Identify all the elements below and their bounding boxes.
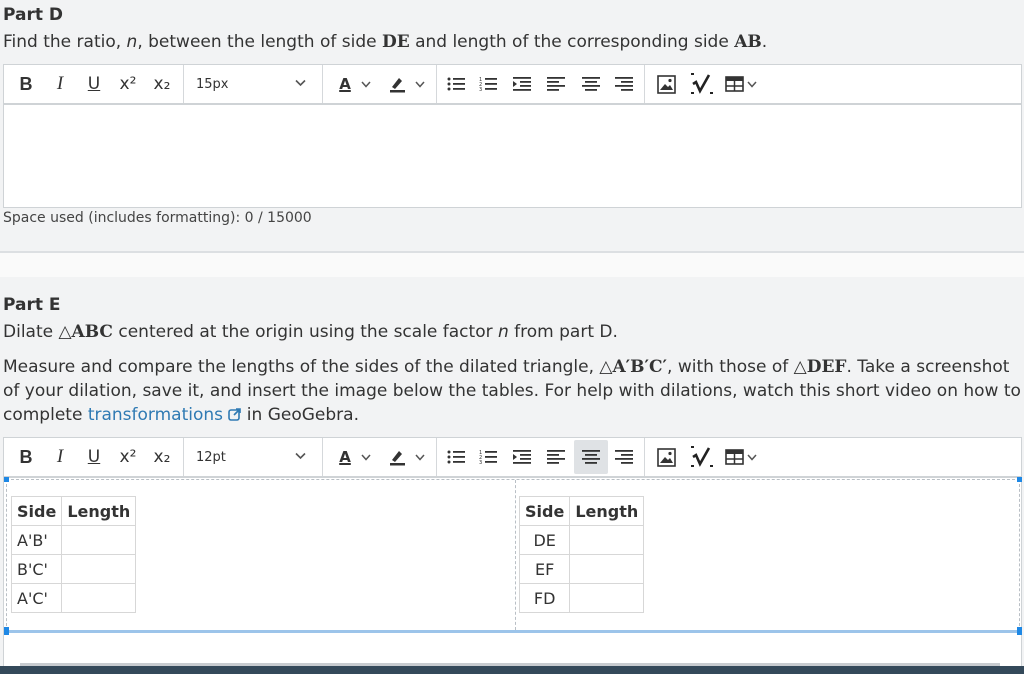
chevron-down-icon: [415, 81, 425, 88]
chevron-down-icon: [747, 454, 757, 461]
side-cell[interactable]: FD: [518, 583, 571, 613]
table-row: A'C': [10, 583, 137, 613]
length-cell[interactable]: [569, 525, 645, 555]
part-d-editor[interactable]: [3, 104, 1022, 208]
chevron-down-icon: [361, 81, 371, 88]
italic-button[interactable]: I: [46, 65, 74, 103]
indent-icon[interactable]: [508, 65, 536, 103]
bullet-list-icon[interactable]: [442, 438, 470, 476]
subscript-button[interactable]: x₂: [147, 438, 177, 476]
superscript-button[interactable]: x²: [114, 65, 142, 103]
font-color-button[interactable]: A: [332, 438, 378, 476]
image-icon[interactable]: [652, 65, 680, 103]
side-cell[interactable]: A'C': [10, 583, 63, 613]
part-e-toolbar: B I U x² x₂ 12pt A 123: [3, 437, 1022, 477]
part-e-title: Part E: [3, 295, 61, 315]
length-cell[interactable]: [61, 525, 137, 555]
underline-button[interactable]: U: [80, 438, 108, 476]
svg-text:3: 3: [479, 460, 482, 465]
part-e-editor[interactable]: Side Length A'B' B'C' A'C' Side Length DE …: [3, 477, 1022, 667]
side-length-table-def: Side Length DE EF FD: [518, 496, 645, 613]
resize-handle[interactable]: [1017, 477, 1022, 482]
highlighter-icon: [387, 447, 407, 467]
table-header: Side: [518, 496, 571, 526]
side-cell[interactable]: B'C': [10, 554, 63, 584]
font-color-label: A: [339, 448, 351, 466]
resize-handle[interactable]: [1017, 627, 1022, 635]
bold-button[interactable]: B: [12, 65, 40, 103]
math-icon[interactable]: [687, 65, 717, 103]
length-cell[interactable]: [569, 554, 645, 584]
svg-text:3: 3: [479, 87, 482, 92]
side-cell[interactable]: A'B': [10, 525, 63, 555]
layout-column-divider: [515, 480, 516, 630]
external-link-icon: [228, 408, 242, 421]
indent-icon[interactable]: [508, 438, 536, 476]
table-header: Length: [61, 496, 137, 526]
bottom-bar: [0, 666, 1024, 674]
chevron-down-icon: [361, 454, 371, 461]
align-center-icon[interactable]: [576, 65, 606, 103]
numbered-list-icon[interactable]: 123: [474, 65, 502, 103]
transformations-link[interactable]: transformations: [88, 405, 242, 425]
part-d-question: Find the ratio, n, between the length of…: [3, 32, 768, 52]
chevron-down-icon: [747, 81, 757, 88]
bullet-list-icon[interactable]: [442, 65, 470, 103]
length-cell[interactable]: [61, 554, 137, 584]
table-button[interactable]: [721, 438, 761, 476]
align-left-icon[interactable]: [542, 438, 570, 476]
side-length-table-dilated: Side Length A'B' B'C' A'C': [10, 496, 137, 613]
part-d-toolbar: B I U x² x₂ 15px A 123: [3, 64, 1022, 104]
align-left-icon[interactable]: [542, 65, 570, 103]
side-cell[interactable]: DE: [518, 525, 571, 555]
highlight-color-button[interactable]: [382, 65, 430, 103]
length-cell[interactable]: [569, 583, 645, 613]
table-row: B'C': [10, 554, 137, 584]
align-center-icon[interactable]: [574, 440, 608, 474]
resize-handle[interactable]: [4, 477, 9, 482]
chevron-down-icon: [415, 454, 425, 461]
length-cell[interactable]: [61, 583, 137, 613]
highlight-color-button[interactable]: [382, 438, 430, 476]
table-icon: [725, 449, 744, 465]
table-header: Length: [569, 496, 645, 526]
table-row: EF: [518, 554, 645, 584]
table-header: Side: [10, 496, 63, 526]
align-right-icon[interactable]: [610, 65, 638, 103]
font-size-value: 15px: [196, 76, 229, 92]
table-button[interactable]: [721, 65, 761, 103]
part-e-details: Measure and compare the lengths of the s…: [3, 357, 1021, 425]
italic-button[interactable]: I: [46, 438, 74, 476]
numbered-list-icon[interactable]: 123: [474, 438, 502, 476]
part-d-title: Part D: [3, 5, 64, 25]
image-icon[interactable]: [652, 438, 680, 476]
part-e-instruction: Dilate △ABC centered at the origin using…: [3, 322, 618, 342]
align-right-icon[interactable]: [610, 438, 638, 476]
font-size-select[interactable]: 12pt: [196, 438, 316, 476]
highlighter-icon: [387, 74, 407, 94]
font-size-value: 12pt: [196, 449, 226, 465]
table-row: A'B': [10, 525, 137, 555]
chevron-down-icon: [295, 452, 306, 460]
font-size-select[interactable]: 15px: [196, 65, 316, 103]
section-gap: [0, 253, 1024, 277]
math-icon[interactable]: [687, 438, 717, 476]
chevron-down-icon: [295, 79, 306, 87]
superscript-button[interactable]: x²: [114, 438, 142, 476]
bold-button[interactable]: B: [12, 438, 40, 476]
table-icon: [725, 76, 744, 92]
subscript-button[interactable]: x₂: [147, 65, 177, 103]
table-row: DE: [518, 525, 645, 555]
layout-table[interactable]: [6, 479, 1020, 631]
side-cell[interactable]: EF: [518, 554, 571, 584]
font-color-label: A: [339, 75, 351, 93]
table-selection-line: [7, 630, 1020, 633]
table-row: FD: [518, 583, 645, 613]
font-color-button[interactable]: A: [332, 65, 378, 103]
part-d-space-counter: Space used (includes formatting): 0 / 15…: [3, 210, 312, 226]
resize-handle[interactable]: [4, 627, 9, 635]
underline-button[interactable]: U: [80, 65, 108, 103]
